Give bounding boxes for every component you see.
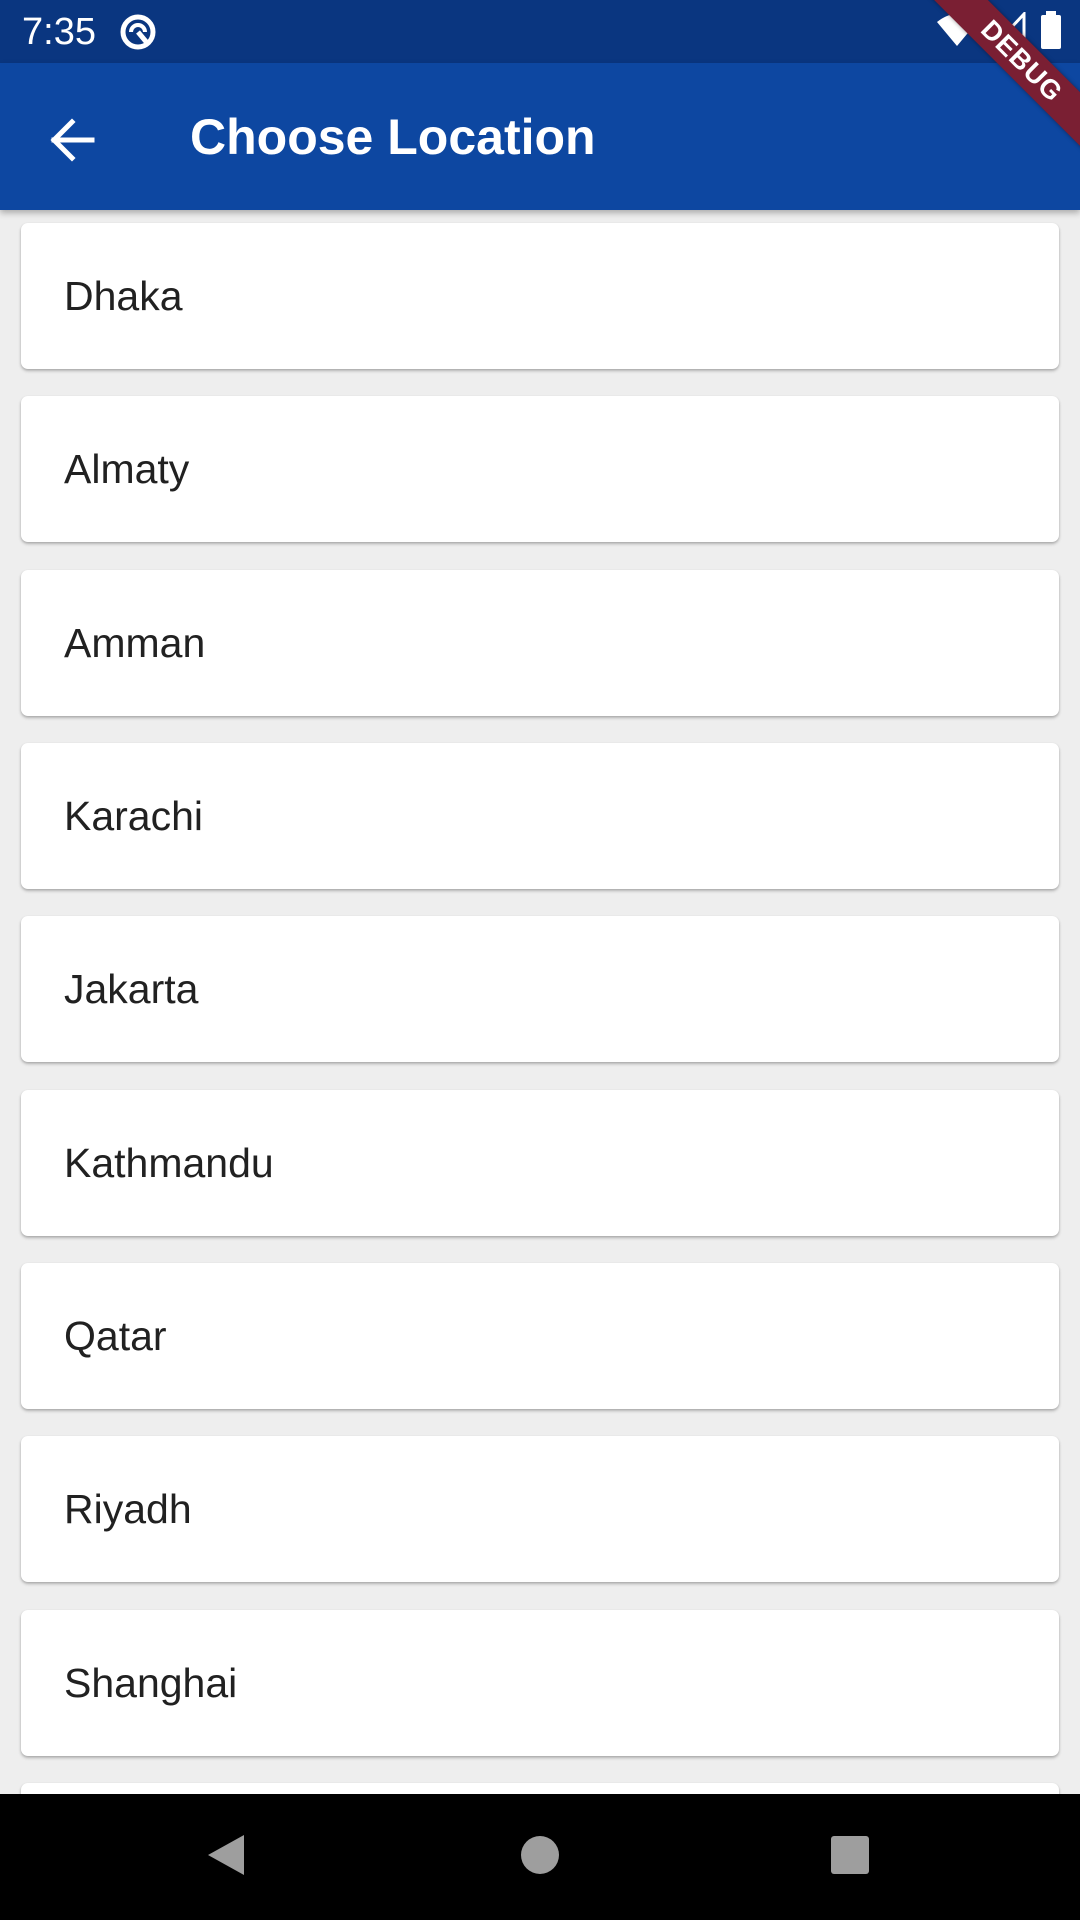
cellular-signal-icon (990, 9, 1026, 53)
location-label: Riyadh (64, 1486, 192, 1532)
location-label: Jakarta (64, 966, 199, 1012)
location-label: Dhaka (64, 273, 183, 319)
triangle-back-icon (204, 1831, 248, 1884)
arrow-back-icon (48, 116, 96, 169)
location-card[interactable]: Kathmandu (21, 1090, 1059, 1236)
location-card[interactable]: Karachi (21, 743, 1059, 889)
location-card[interactable]: Amman (21, 570, 1059, 716)
status-icons (936, 9, 1062, 54)
location-label: Qatar (64, 1313, 167, 1359)
location-label: Kathmandu (64, 1140, 274, 1186)
location-card[interactable]: Riyadh (21, 1436, 1059, 1582)
status-time: 7:35 (22, 11, 96, 53)
location-label: Karachi (64, 793, 204, 839)
location-card[interactable]: Qatar (21, 1263, 1059, 1409)
location-card[interactable]: Jakarta (21, 916, 1059, 1062)
nav-back-button[interactable] (194, 1825, 258, 1889)
location-label: Amman (64, 620, 206, 666)
nav-recents-button[interactable] (818, 1825, 882, 1889)
battery-icon (1040, 10, 1062, 54)
location-label: Almaty (64, 446, 190, 492)
circle-home-icon (519, 1834, 561, 1881)
location-list[interactable]: Dhaka Almaty Amman Karachi Jakarta Kathm… (0, 210, 1080, 1794)
back-button[interactable] (30, 100, 114, 184)
location-card[interactable]: Dhaka (21, 223, 1059, 369)
page-title: Choose Location (190, 109, 596, 165)
app-bar: Choose Location (0, 63, 1080, 210)
location-label: Shanghai (64, 1660, 238, 1706)
notification-app-icon (118, 12, 158, 52)
system-navigation-bar (0, 1794, 1080, 1920)
location-card[interactable]: Shanghai (21, 1610, 1059, 1756)
screen: 7:35 Choose Location DEBUG Dhaka Almaty … (0, 0, 1080, 1920)
status-bar: 7:35 (0, 0, 1080, 63)
wifi-icon (936, 12, 978, 53)
location-card[interactable] (21, 1783, 1059, 1794)
square-recents-icon (830, 1835, 870, 1880)
location-card[interactable]: Almaty (21, 396, 1059, 542)
nav-home-button[interactable] (508, 1825, 572, 1889)
